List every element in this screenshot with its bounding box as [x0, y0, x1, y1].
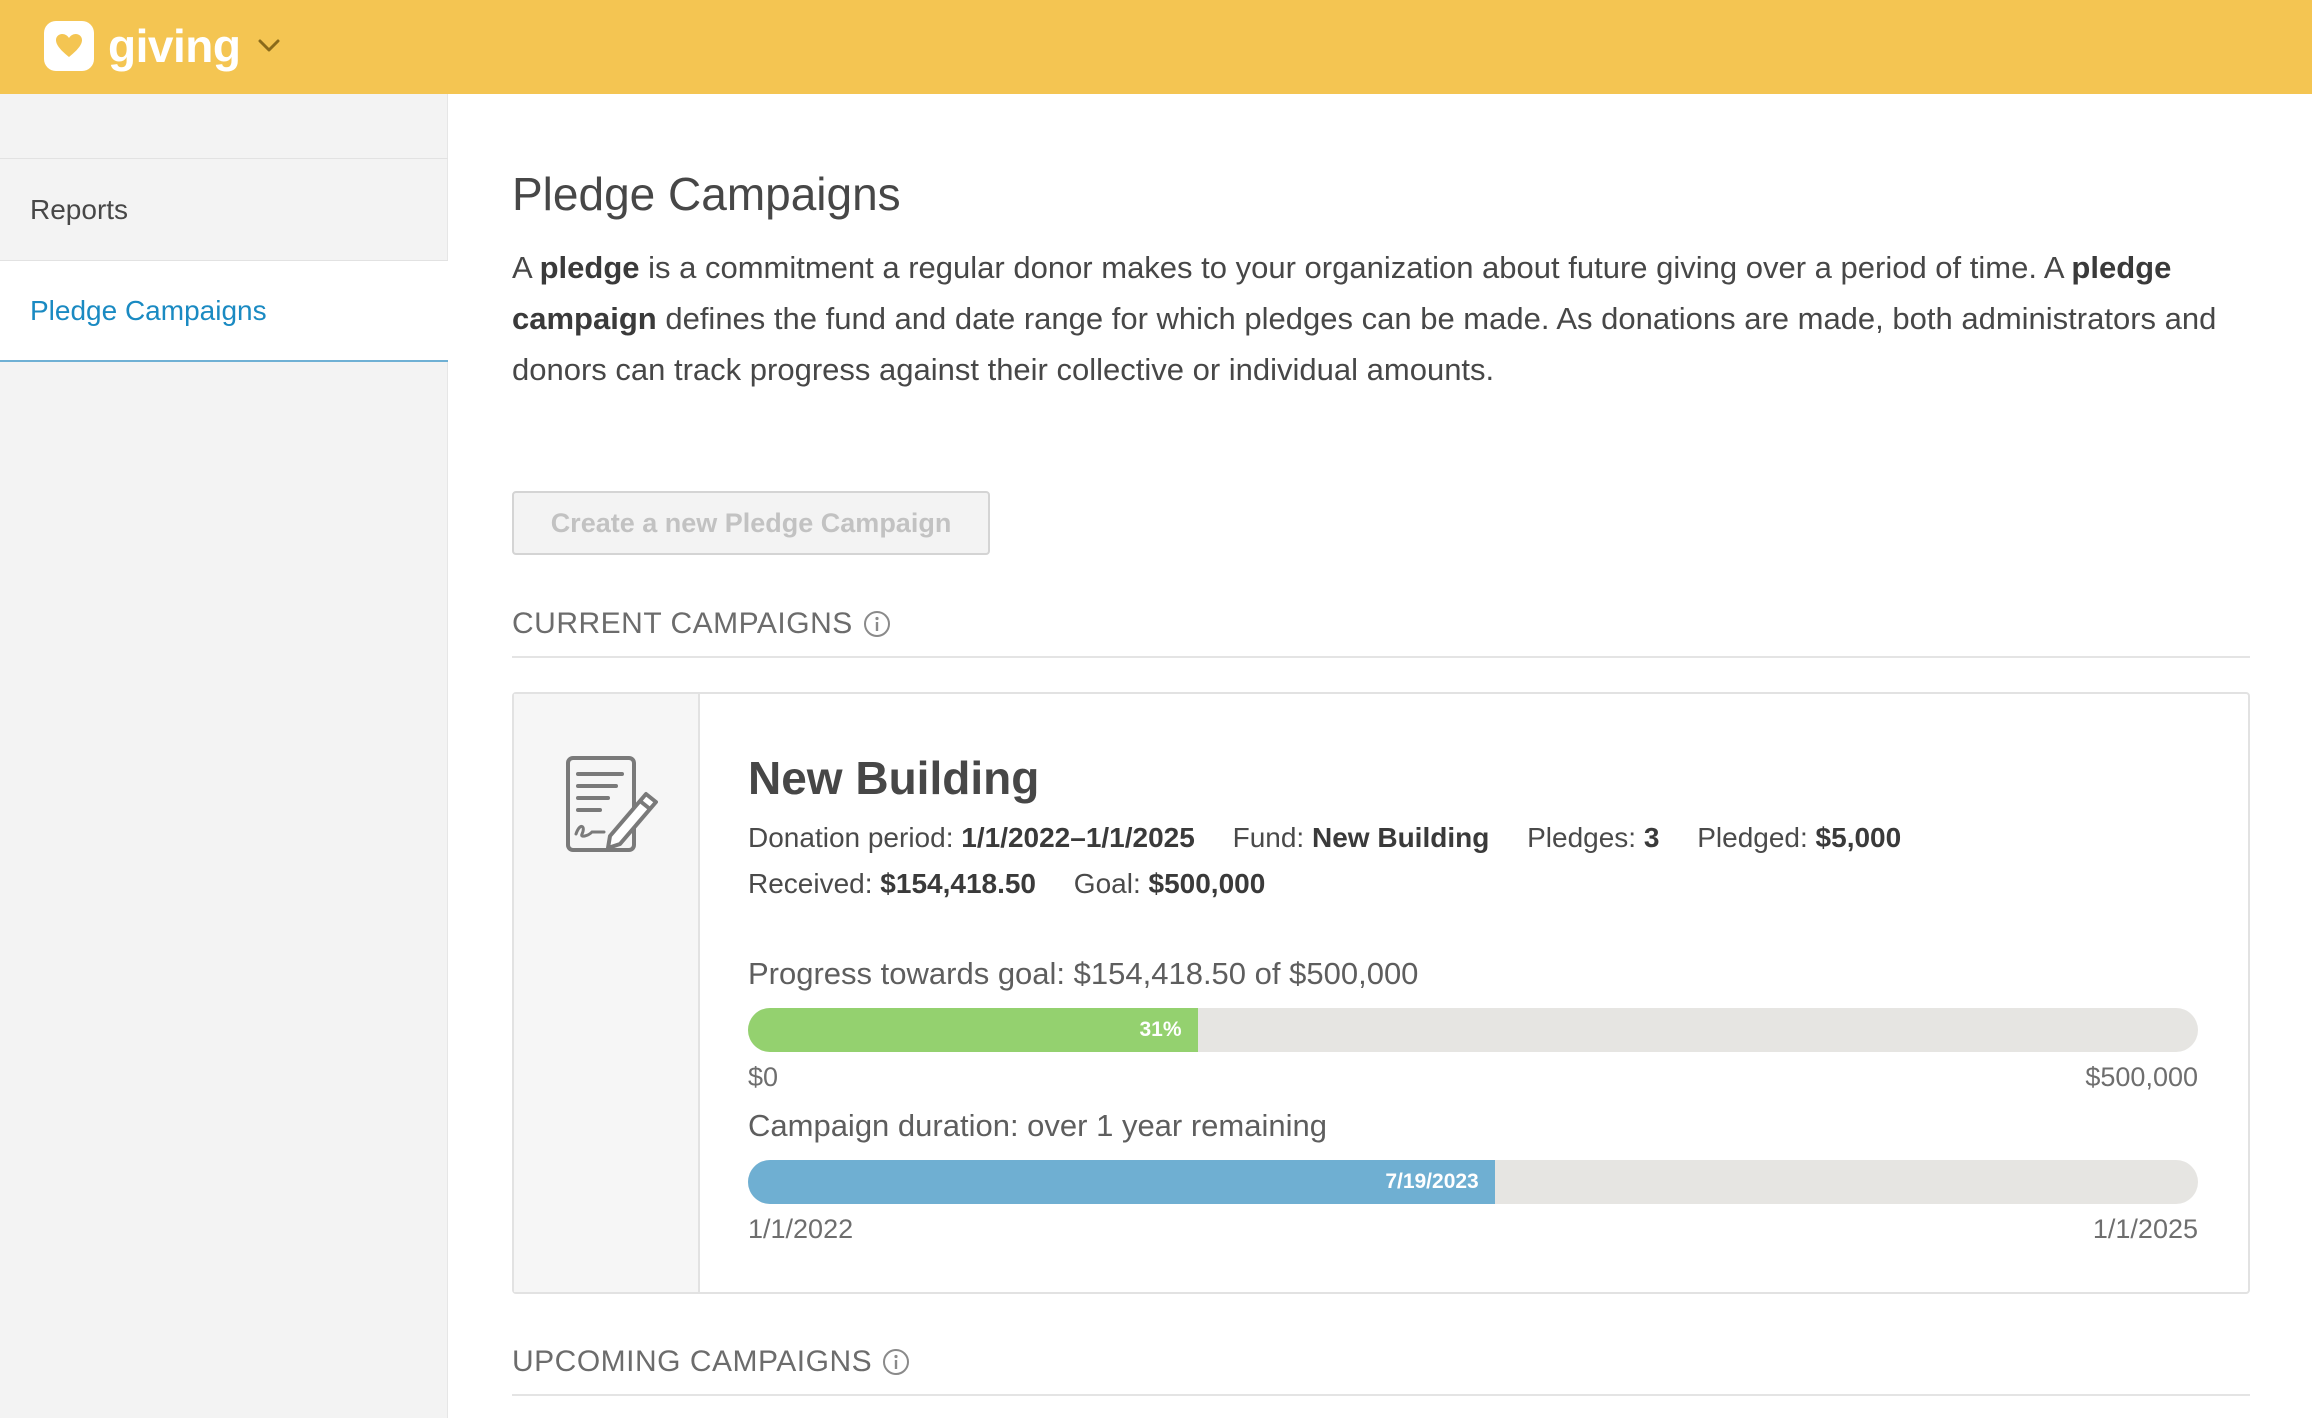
pledge-document-icon [564, 754, 658, 859]
intro-paragraph: A pledge is a commitment a regular donor… [512, 242, 2252, 395]
meta-label: Received: [748, 868, 873, 899]
meta-label: Fund: [1232, 822, 1305, 853]
sidebar: Reports Pledge Campaigns [0, 94, 448, 1418]
info-icon[interactable] [882, 1348, 910, 1376]
progress-percent: 31% [1139, 1018, 1182, 1041]
progress-start-label: $0 [748, 1062, 779, 1092]
meta-label: Pledges: [1527, 822, 1637, 853]
top-header-bar: giving [0, 0, 2312, 94]
intro-text: is a commitment a regular donor makes to… [639, 250, 2072, 285]
duration-bar: 7/19/2023 [748, 1160, 2198, 1204]
app-switcher[interactable]: giving [44, 20, 280, 72]
goal-amount: Goal: $500,000 [1074, 868, 1266, 900]
donation-period: Donation period: 1/1/2022–1/1/2025 [748, 822, 1195, 854]
upcoming-campaigns-header: UPCOMING CAMPAIGNS [512, 1330, 2250, 1396]
sidebar-item-label: Pledge Campaigns [30, 294, 267, 326]
meta-value: New Building [1312, 822, 1490, 853]
progress-end-label: $500,000 [2085, 1062, 2198, 1092]
intro-text: A [512, 250, 540, 285]
intro-text: defines the fund and date range for whic… [512, 301, 2217, 387]
duration-start-label: 1/1/2022 [748, 1214, 854, 1244]
page-title: Pledge Campaigns [512, 168, 901, 220]
intro-term-pledge: pledge [539, 250, 640, 285]
duration-label: Campaign duration: over 1 year remaining [748, 1108, 1327, 1143]
duration-end-label: 1/1/2025 [2092, 1214, 2198, 1244]
progress-bar-fill: 31% [748, 1008, 1198, 1052]
current-campaigns-header: CURRENT CAMPAIGNS [512, 592, 2250, 658]
chevron-down-icon[interactable] [258, 39, 280, 53]
fund: Fund: New Building [1233, 822, 1490, 854]
meta-value: 3 [1643, 822, 1660, 853]
meta-label: Donation period: [748, 822, 954, 853]
sidebar-item-reports[interactable]: Reports [0, 158, 448, 260]
duration-current-date: 7/19/2023 [1385, 1170, 1479, 1193]
campaign-meta-row: Received: $154,418.50 Goal: $500,000 [748, 868, 1295, 900]
sidebar-item-label: Reports [30, 193, 129, 225]
create-campaign-button[interactable]: Create a new Pledge Campaign [512, 491, 990, 555]
sidebar-item-pledge-campaigns[interactable]: Pledge Campaigns [0, 260, 448, 362]
app-name: giving [108, 20, 241, 72]
progress-bar: 31% [748, 1008, 2198, 1052]
campaign-meta-row: Donation period: 1/1/2022–1/1/2025 Fund:… [748, 822, 1931, 854]
info-icon[interactable] [863, 610, 891, 638]
pledged-amount: Pledged: $5,000 [1697, 822, 1901, 854]
duration-bar-fill: 7/19/2023 [748, 1160, 1495, 1204]
pledges-count: Pledges: 3 [1527, 822, 1659, 854]
progress-label: Progress towards goal: $154,418.50 of $5… [748, 956, 1419, 991]
campaign-card-aside [514, 694, 700, 1292]
campaign-card[interactable]: New Building Donation period: 1/1/2022–1… [512, 692, 2250, 1294]
meta-label: Goal: [1073, 868, 1141, 899]
heart-icon [44, 21, 94, 71]
section-title: UPCOMING CAMPAIGNS [512, 1345, 873, 1378]
meta-value: $154,418.50 [880, 868, 1037, 899]
section-title: CURRENT CAMPAIGNS [512, 607, 853, 640]
received-amount: Received: $154,418.50 [748, 868, 1036, 900]
meta-value: 1/1/2022–1/1/2025 [961, 822, 1195, 853]
meta-value: $500,000 [1148, 868, 1266, 899]
campaign-name[interactable]: New Building [748, 750, 1039, 806]
meta-label: Pledged: [1697, 822, 1808, 853]
meta-value: $5,000 [1815, 822, 1902, 853]
